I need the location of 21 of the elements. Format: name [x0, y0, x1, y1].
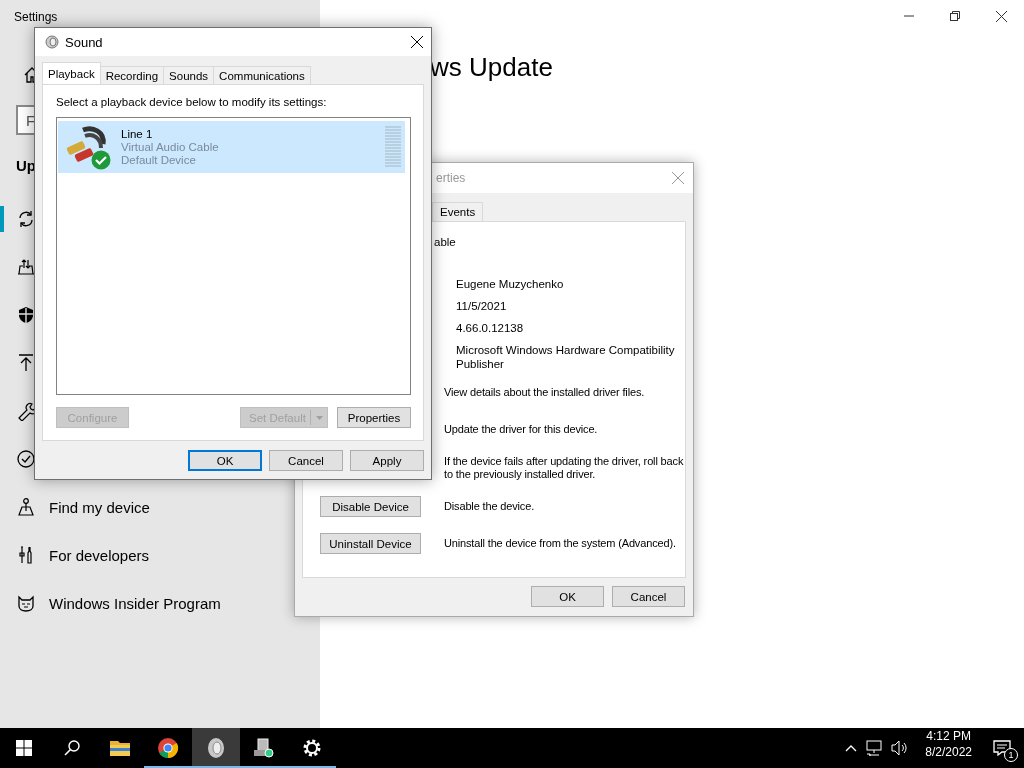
detail-value: Microsoft Windows Hardware Compatibility Publisher: [456, 343, 676, 371]
clock-date: 8/2/2022: [925, 744, 972, 760]
detail-value: Eugene Muzychenko: [456, 277, 565, 291]
notification-count: 1: [1004, 748, 1018, 762]
action-description: Uninstall the device from the system (Advanced).: [444, 537, 677, 550]
device-status: Default Device: [121, 153, 197, 167]
detail-value: 11/5/2021: [456, 299, 508, 313]
action-description: View details about the installed driver files.: [444, 386, 646, 399]
window-title: erties: [436, 171, 466, 185]
action-description: Disable the device.: [444, 500, 536, 513]
device-name: able: [434, 236, 456, 248]
window-title: Sound: [65, 34, 104, 50]
device-description: Virtual Audio Cable: [121, 140, 220, 154]
detail-value: 4.66.0.12138: [456, 321, 525, 335]
device-name: Line 1: [121, 127, 154, 141]
clock-time: 4:12 PM: [926, 728, 971, 744]
action-description: Update the driver for this device.: [444, 423, 599, 436]
window-title: Settings: [14, 10, 58, 24]
instruction-text: Select a playback device below to modify its settings:: [56, 96, 327, 108]
page-title: ws Update: [430, 52, 553, 83]
action-description: If the device fails after updating the driver, roll back to the previously installed driver.: [444, 455, 685, 481]
